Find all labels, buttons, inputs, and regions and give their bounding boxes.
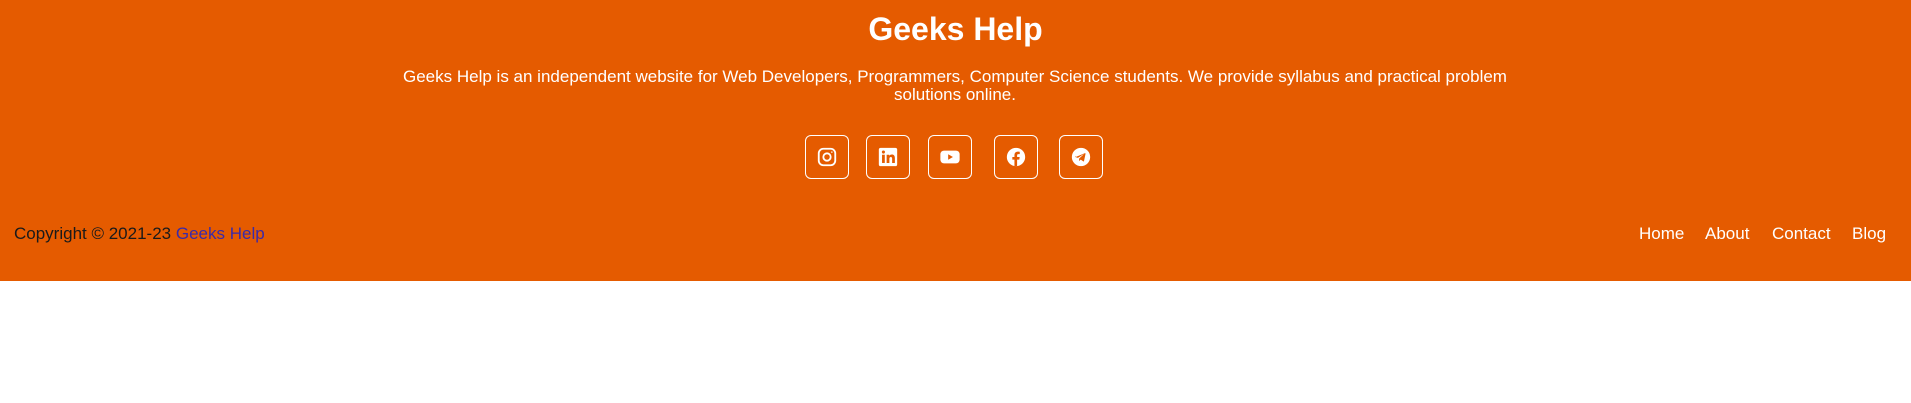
nav-contact-link[interactable]: Contact xyxy=(1772,224,1831,244)
copyright-link[interactable]: Geeks Help xyxy=(176,224,265,243)
footer-description: Geeks Help is an independent website for… xyxy=(403,67,1507,104)
footer-title: Geeks Help xyxy=(868,11,1043,47)
linkedin-icon xyxy=(878,147,898,167)
copyright-text: Copyright © 2021-23 xyxy=(14,224,172,243)
facebook-icon xyxy=(1006,147,1026,167)
youtube-icon xyxy=(940,150,960,164)
facebook-button[interactable] xyxy=(994,135,1038,179)
telegram-icon xyxy=(1071,147,1091,167)
youtube-button[interactable] xyxy=(928,135,972,179)
nav-home-link[interactable]: Home xyxy=(1639,224,1684,244)
instagram-icon xyxy=(817,147,837,167)
nav-blog-link[interactable]: Blog xyxy=(1852,224,1886,244)
site-footer: Geeks Help Geeks Help is an independent … xyxy=(0,0,1911,281)
telegram-button[interactable] xyxy=(1059,135,1103,179)
instagram-button[interactable] xyxy=(805,135,849,179)
linkedin-button[interactable] xyxy=(866,135,910,179)
nav-about-link[interactable]: About xyxy=(1705,224,1749,244)
copyright: Copyright © 2021-23 Geeks Help xyxy=(14,224,265,244)
